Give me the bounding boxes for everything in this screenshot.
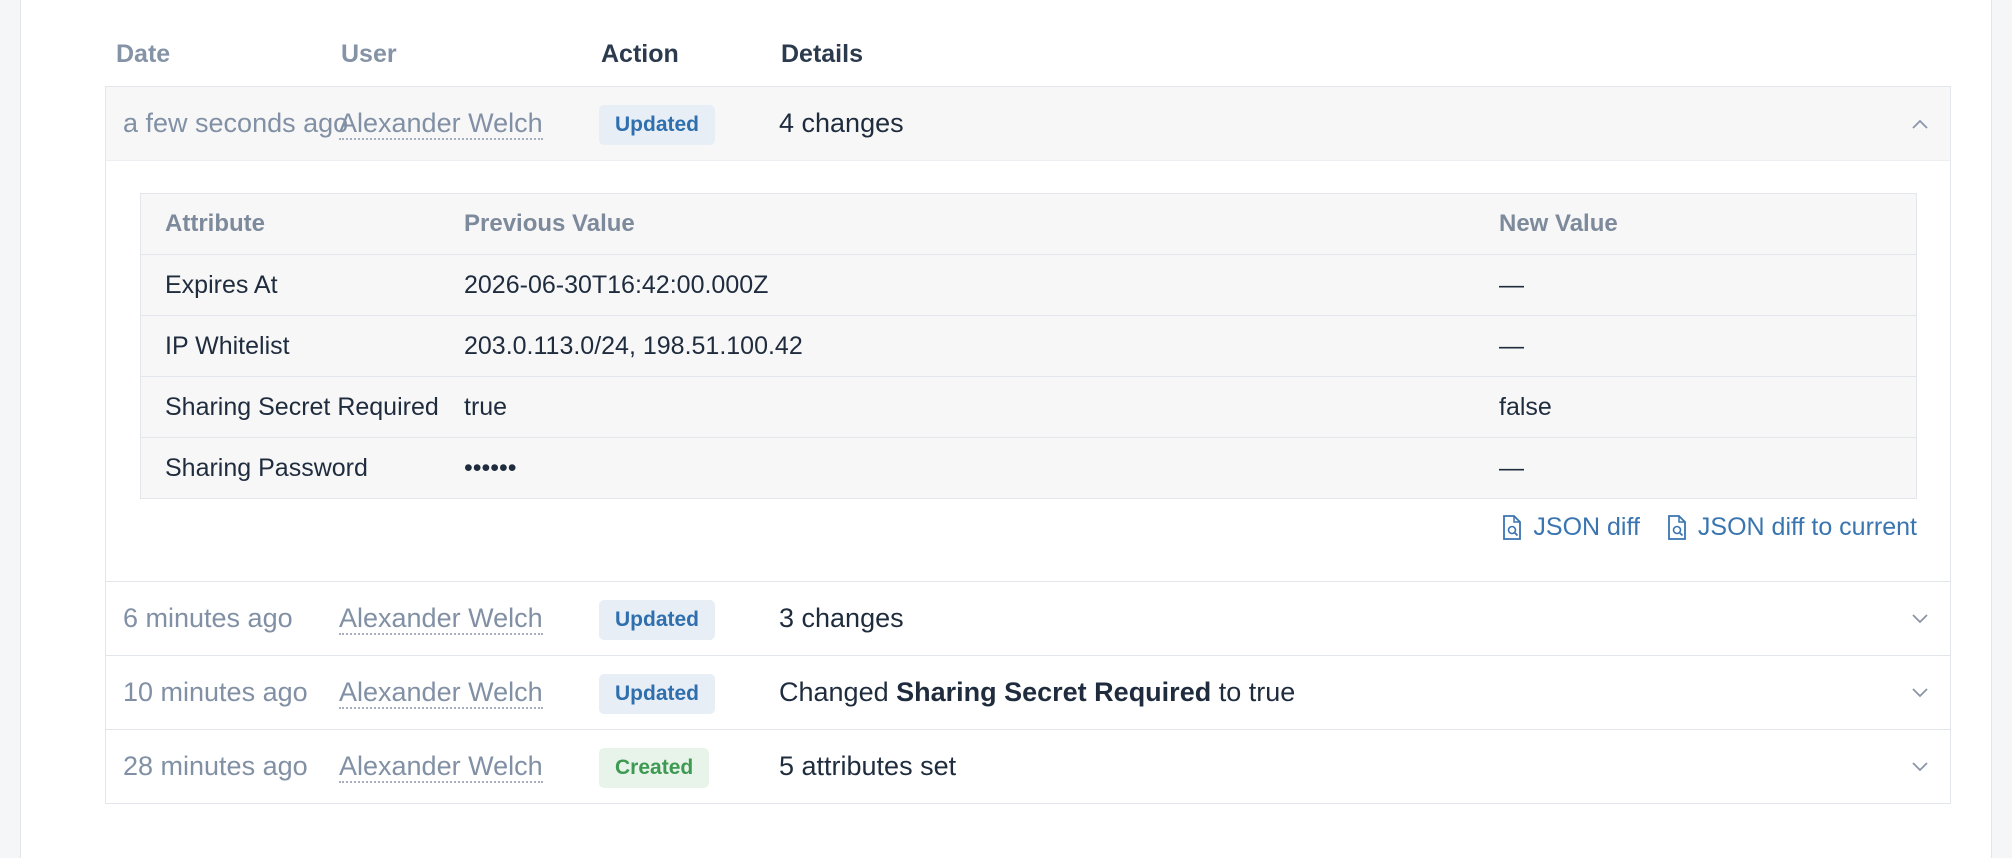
change-new-value: — — [1499, 271, 1524, 299]
chevron-down-icon[interactable] — [1910, 730, 1930, 803]
change-new-value: — — [1499, 454, 1524, 482]
change-previous-value: 2026-06-30T16:42:00.000Z — [464, 271, 769, 299]
status-badge: Updated — [599, 599, 715, 640]
history-row[interactable]: 10 minutes ago Alexander Welch Updated C… — [106, 655, 1950, 729]
user-link[interactable]: Alexander Welch — [339, 751, 543, 783]
row-user[interactable]: Alexander Welch — [339, 656, 543, 729]
row-user[interactable]: Alexander Welch — [339, 87, 543, 160]
row-action: Updated — [599, 87, 715, 160]
change-attribute: Sharing Password — [165, 454, 368, 482]
changes-table: Attribute Previous Value New Value Expir… — [140, 193, 1917, 499]
row-action: Updated — [599, 582, 715, 655]
change-new-value: false — [1499, 393, 1552, 421]
row-date: 10 minutes ago — [123, 677, 308, 707]
details-prefix: Changed — [779, 677, 897, 707]
status-badge: Updated — [599, 673, 715, 714]
diff-links: JSON diff JSON diff to current — [1501, 513, 1917, 542]
file-search-icon — [1668, 514, 1686, 540]
history-panel: Date User Action Details a few seconds a… — [20, 0, 1992, 858]
user-link[interactable]: Alexander Welch — [339, 677, 543, 709]
history-list: a few seconds ago Alexander Welch Update… — [105, 86, 1951, 804]
details-suffix: to true — [1211, 677, 1296, 707]
json-diff-link[interactable]: JSON diff — [1501, 513, 1640, 542]
row-date: a few seconds ago — [123, 108, 349, 138]
change-previous-value: 203.0.113.0/24, 198.51.100.42 — [464, 332, 803, 360]
json-diff-label: JSON diff — [1533, 513, 1640, 541]
history-row[interactable]: 6 minutes ago Alexander Welch Updated 3 … — [106, 581, 1950, 655]
row-action: Created — [599, 730, 710, 803]
row-user[interactable]: Alexander Welch — [339, 582, 543, 655]
changes-header-attribute: Attribute — [165, 210, 265, 237]
change-previous-value: •••••• — [464, 454, 517, 482]
column-header-action: Action — [601, 40, 679, 68]
row-action: Updated — [599, 656, 715, 729]
changes-row: Expires At 2026-06-30T16:42:00.000Z — — [141, 254, 1916, 315]
column-header-details: Details — [781, 40, 863, 68]
change-attribute: Expires At — [165, 271, 278, 299]
chevron-down-icon[interactable] — [1910, 582, 1930, 655]
chevron-down-icon[interactable] — [1910, 656, 1930, 729]
row-details: Changed Sharing Secret Required to true — [779, 656, 1295, 729]
change-previous-value: true — [464, 393, 508, 421]
row-details: 5 attributes set — [779, 751, 957, 781]
change-new-value: — — [1499, 332, 1524, 360]
change-attribute: Sharing Secret Required — [165, 393, 439, 421]
changes-header-row: Attribute Previous Value New Value — [141, 194, 1916, 254]
change-attribute: IP Whitelist — [165, 332, 290, 360]
column-header-user: User — [341, 40, 397, 68]
details-attribute: Sharing Secret Required — [896, 677, 1212, 707]
json-diff-to-current-link[interactable]: JSON diff to current — [1666, 513, 1917, 542]
status-badge: Created — [599, 747, 710, 788]
changes-row: IP Whitelist 203.0.113.0/24, 198.51.100.… — [141, 315, 1916, 376]
user-link[interactable]: Alexander Welch — [339, 108, 543, 140]
column-header-date: Date — [116, 40, 171, 68]
json-diff-to-current-label: JSON diff to current — [1697, 513, 1917, 541]
changes-header-new: New Value — [1499, 210, 1618, 237]
history-row[interactable]: 28 minutes ago Alexander Welch Created 5… — [106, 729, 1950, 803]
file-search-icon — [1503, 514, 1522, 540]
row-details: 3 changes — [779, 603, 904, 633]
change-details-panel: Attribute Previous Value New Value Expir… — [106, 160, 1950, 581]
changes-row: Sharing Password •••••• — — [141, 437, 1916, 498]
changes-row: Sharing Secret Required true false — [141, 376, 1916, 437]
user-link[interactable]: Alexander Welch — [339, 603, 543, 635]
row-date: 6 minutes ago — [123, 603, 293, 633]
row-date: 28 minutes ago — [123, 751, 308, 781]
history-row[interactable]: a few seconds ago Alexander Welch Update… — [106, 87, 1950, 160]
changes-header-previous: Previous Value — [464, 210, 635, 237]
status-badge: Updated — [599, 104, 715, 145]
chevron-up-icon[interactable] — [1910, 87, 1930, 160]
row-details: 4 changes — [779, 108, 904, 138]
row-user[interactable]: Alexander Welch — [339, 730, 543, 803]
